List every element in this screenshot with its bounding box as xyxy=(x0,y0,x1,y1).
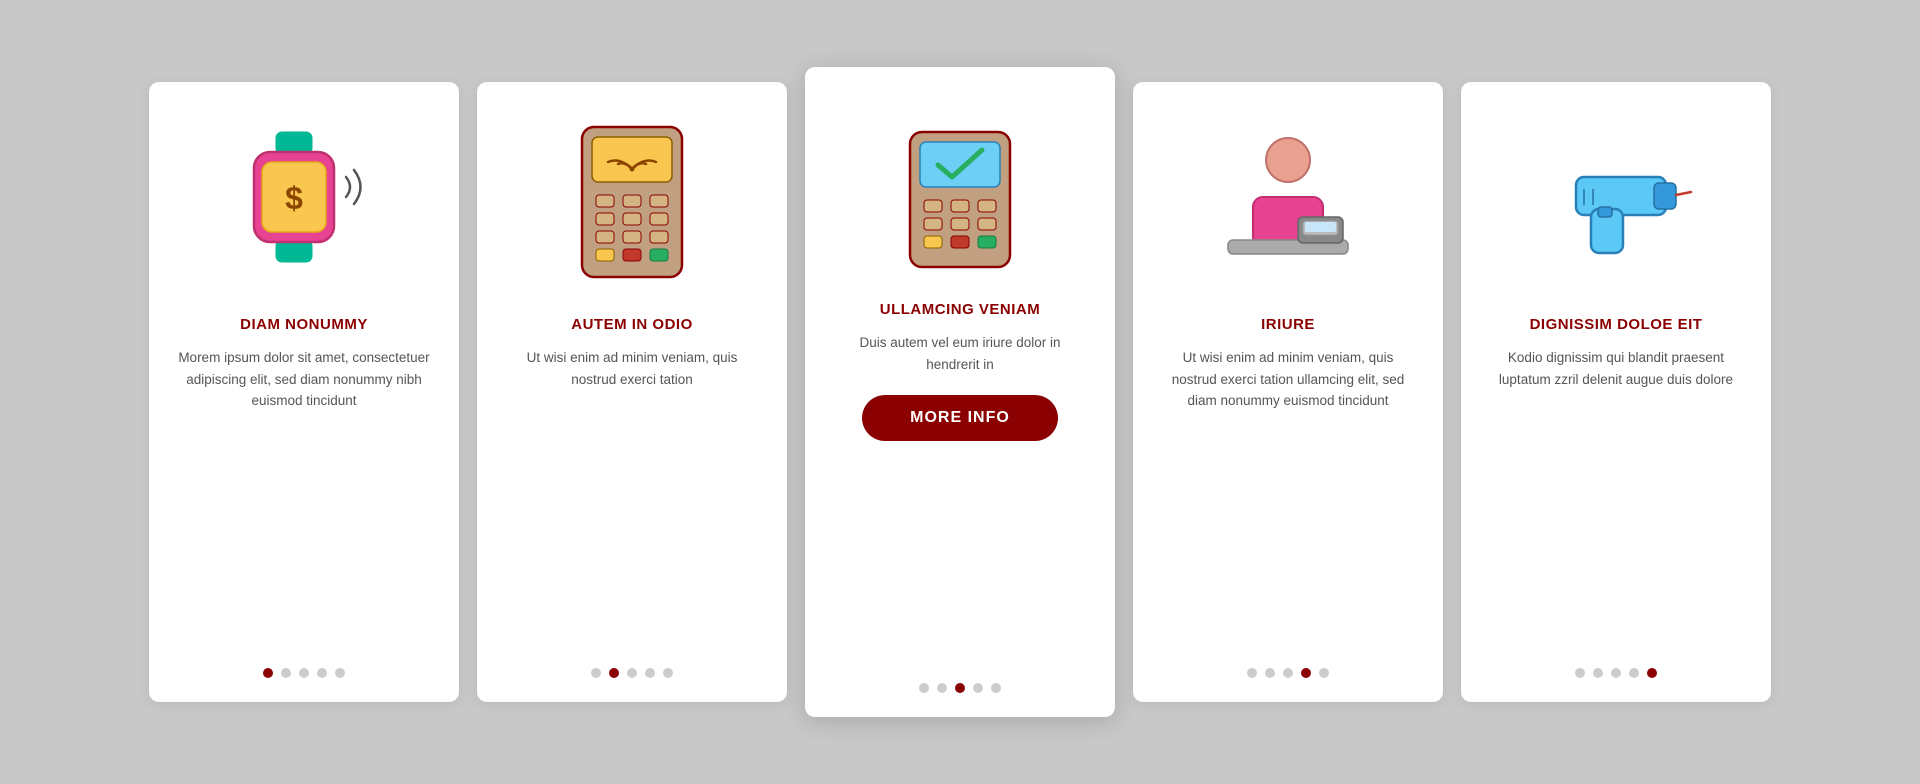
card-2: AUTEM IN ODIO Ut wisi enim ad minim veni… xyxy=(477,82,787,702)
dot-2-3 xyxy=(645,668,655,678)
dot-5-0 xyxy=(1575,668,1585,678)
dot-3-2 xyxy=(955,683,965,693)
svg-text:$: $ xyxy=(285,180,303,216)
dot-4-3 xyxy=(1301,668,1311,678)
card-4-title: IRIURE xyxy=(1261,316,1315,333)
dot-4-2 xyxy=(1283,668,1293,678)
card-1-text: Morem ipsum dolor sit amet, consectetuer… xyxy=(177,347,431,412)
card-4: IRIURE Ut wisi enim ad minim veniam, qui… xyxy=(1133,82,1443,702)
card-5: DIGNISSIM DOLOE EIT Kodio dignissim qui … xyxy=(1461,82,1771,702)
dot-1-3 xyxy=(317,668,327,678)
card-1-title: DIAM NONUMMY xyxy=(240,316,368,333)
card-3-icon xyxy=(870,97,1050,277)
cards-container: $ DIAM NONUMMY Morem ipsum dolor sit ame… xyxy=(109,67,1811,717)
card-2-title: AUTEM IN ODIO xyxy=(571,316,693,333)
card-3-title: ULLAMCING VENIAM xyxy=(880,301,1041,318)
dot-2-1 xyxy=(609,668,619,678)
card-1-icon: $ xyxy=(214,112,394,292)
dot-1-0 xyxy=(263,668,273,678)
card-2-icon xyxy=(542,112,722,292)
dot-3-0 xyxy=(919,683,929,693)
card-2-text: Ut wisi enim ad minim veniam, quis nostr… xyxy=(505,347,759,390)
dot-5-2 xyxy=(1611,668,1621,678)
dot-5-1 xyxy=(1593,668,1603,678)
dot-2-4 xyxy=(663,668,673,678)
card-4-dots xyxy=(1247,658,1329,678)
dot-3-3 xyxy=(973,683,983,693)
dot-3-4 xyxy=(991,683,1001,693)
dot-4-4 xyxy=(1319,668,1329,678)
card-5-icon xyxy=(1526,112,1706,292)
dot-4-0 xyxy=(1247,668,1257,678)
card-1-dots xyxy=(263,658,345,678)
card-3-dots xyxy=(919,673,1001,693)
card-4-icon xyxy=(1198,112,1378,292)
dot-5-4 xyxy=(1647,668,1657,678)
card-5-dots xyxy=(1575,658,1657,678)
dot-4-1 xyxy=(1265,668,1275,678)
dot-1-4 xyxy=(335,668,345,678)
card-1: $ DIAM NONUMMY Morem ipsum dolor sit ame… xyxy=(149,82,459,702)
card-3: ULLAMCING VENIAM Duis autem vel eum iriu… xyxy=(805,67,1115,717)
card-3-text: Duis autem vel eum iriure dolor in hendr… xyxy=(833,332,1087,375)
card-5-title: DIGNISSIM DOLOE EIT xyxy=(1530,316,1703,333)
dot-1-2 xyxy=(299,668,309,678)
dot-3-1 xyxy=(937,683,947,693)
card-5-text: Kodio dignissim qui blandit praesent lup… xyxy=(1489,347,1743,390)
more-info-button[interactable]: MORE INFO xyxy=(862,395,1058,441)
dot-2-2 xyxy=(627,668,637,678)
dot-1-1 xyxy=(281,668,291,678)
dot-5-3 xyxy=(1629,668,1639,678)
dot-2-0 xyxy=(591,668,601,678)
card-4-text: Ut wisi enim ad minim veniam, quis nostr… xyxy=(1161,347,1415,412)
card-2-dots xyxy=(591,658,673,678)
